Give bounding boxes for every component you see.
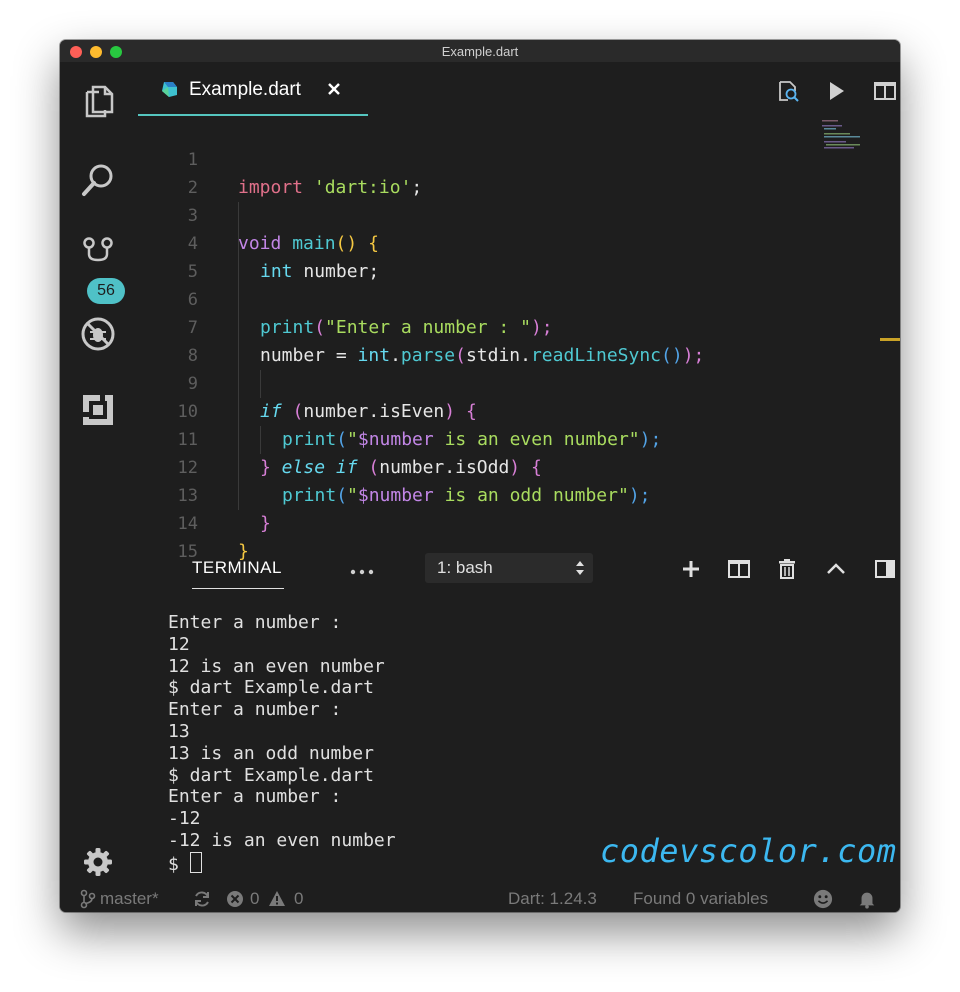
- gear-icon[interactable]: [82, 846, 114, 878]
- warning-count[interactable]: 0: [294, 888, 303, 910]
- code-line: 11 } else if (number.isOdd) {: [136, 398, 900, 478]
- warning-icon[interactable]: [268, 889, 286, 909]
- terminal-line: 12 is an even number: [168, 655, 385, 677]
- debug-icon[interactable]: [78, 314, 118, 354]
- code-line: 15: [136, 510, 900, 562]
- terminal-line: 12: [168, 633, 190, 655]
- close-icon[interactable]: [326, 81, 342, 97]
- git-branch-icon: [80, 889, 96, 909]
- explorer-icon[interactable]: [78, 82, 118, 122]
- terminal-line: $ dart Example.dart: [168, 677, 374, 699]
- run-icon[interactable]: [824, 79, 848, 103]
- status-bar: master* 0 0 Dart: 1.24.3 Found 0 variabl…: [60, 886, 900, 912]
- sync-icon[interactable]: [192, 889, 212, 909]
- git-branch[interactable]: master*: [100, 888, 159, 910]
- terminal-cursor: [189, 851, 202, 873]
- code-line: 3 void main() {: [136, 174, 900, 254]
- terminal-line: -12: [168, 808, 201, 830]
- split-editor-icon[interactable]: [873, 79, 897, 103]
- open-changes-icon[interactable]: [776, 79, 800, 103]
- tab-label: Example.dart: [189, 79, 301, 100]
- code-line: 10 print("$number is an even number");: [136, 370, 900, 450]
- dart-file-icon: [162, 82, 177, 97]
- toggle-panel-icon[interactable]: [873, 557, 897, 581]
- minimap[interactable]: [822, 120, 872, 150]
- error-icon[interactable]: [226, 889, 244, 909]
- code-line: 4 int number;: [136, 202, 900, 282]
- code-line: 8: [136, 314, 900, 366]
- vscode-window: Example.dart 56 Example.dart 1 import 'd…: [60, 40, 900, 912]
- terminal-select[interactable]: 1: bash: [425, 553, 593, 583]
- tab-example-dart[interactable]: Example.dart: [138, 62, 368, 116]
- select-arrows-icon: [576, 561, 584, 575]
- scrollbar-marker: [880, 338, 900, 341]
- code-line: 2: [136, 146, 900, 198]
- terminal-prompt: $: [168, 853, 190, 875]
- add-terminal-icon[interactable]: [679, 557, 703, 581]
- smiley-icon[interactable]: [812, 889, 834, 909]
- chevron-up-icon[interactable]: [824, 557, 848, 581]
- code-line: 1 import 'dart:io';: [136, 118, 900, 198]
- terminal-line: Enter a number :: [168, 786, 342, 808]
- split-terminal-icon[interactable]: [727, 557, 751, 581]
- error-count[interactable]: 0: [250, 888, 259, 910]
- active-tab-indicator: [192, 588, 284, 589]
- bell-icon[interactable]: [856, 889, 878, 909]
- code-line: 13 }: [136, 454, 900, 534]
- terminal-line: 13 is an odd number: [168, 742, 374, 764]
- terminal-line: Enter a number :: [168, 699, 342, 721]
- activity-bar: 56: [60, 62, 136, 888]
- tab-terminal[interactable]: TERMINAL: [192, 558, 282, 578]
- code-line: 7 number = int.parse(stdin.readLineSync(…: [136, 286, 900, 366]
- watermark: codevscolor.com: [600, 832, 897, 870]
- trash-icon[interactable]: [775, 557, 799, 581]
- code-line: 6 print("Enter a number : ");: [136, 258, 900, 338]
- code-line: 5: [136, 230, 900, 282]
- source-control-icon[interactable]: [78, 234, 118, 274]
- dart-version[interactable]: Dart: 1.24.3: [508, 888, 597, 910]
- editor-tab-bar: Example.dart: [136, 62, 900, 116]
- terminal-line: $ dart Example.dart: [168, 764, 374, 786]
- extensions-icon[interactable]: [78, 390, 118, 430]
- search-icon[interactable]: [78, 160, 118, 200]
- terminal-select-value: 1: bash: [437, 558, 493, 577]
- terminal-line: 13: [168, 720, 190, 742]
- terminal-line: Enter a number :: [168, 612, 342, 633]
- variables-status[interactable]: Found 0 variables: [633, 888, 768, 910]
- title-bar: Example.dart: [60, 40, 900, 62]
- code-line: 14 }: [136, 482, 900, 562]
- more-actions-icon[interactable]: [350, 568, 374, 576]
- code-line: 12 print("$number is an odd number");: [136, 426, 900, 506]
- code-line: 9 if (number.isEven) {: [136, 342, 900, 422]
- code-editor[interactable]: 1 import 'dart:io'; 2 3 void main() { 4 …: [136, 118, 900, 562]
- window-title: Example.dart: [441, 44, 519, 59]
- source-control-badge: 56: [87, 278, 125, 304]
- panel-header: TERMINAL 1: bash: [136, 544, 900, 594]
